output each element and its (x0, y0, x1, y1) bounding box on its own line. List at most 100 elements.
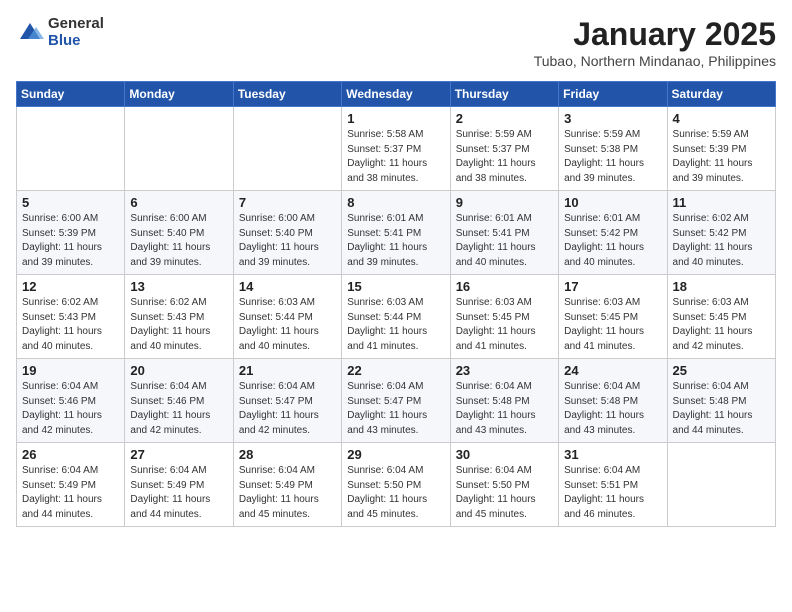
day-number: 12 (22, 279, 119, 294)
header-row: SundayMondayTuesdayWednesdayThursdayFrid… (17, 82, 776, 107)
week-row-3: 12 Sunrise: 6:02 AM Sunset: 5:43 PM Dayli… (17, 275, 776, 359)
day-number: 7 (239, 195, 336, 210)
day-info: Sunrise: 6:04 AM Sunset: 5:48 PM Dayligh… (564, 380, 661, 438)
day-number: 2 (456, 111, 553, 126)
calendar-body: 1 Sunrise: 5:58 AM Sunset: 5:37 PM Daylig… (17, 107, 776, 527)
day-info: Sunrise: 6:04 AM Sunset: 5:48 PM Dayligh… (673, 380, 770, 438)
calendar-cell: 25 Sunrise: 6:04 AM Sunset: 5:48 PM Dayli… (667, 359, 775, 443)
day-header-sunday: Sunday (17, 82, 125, 107)
day-number: 29 (347, 447, 444, 462)
calendar-cell: 3 Sunrise: 5:59 AM Sunset: 5:38 PM Daylig… (559, 107, 667, 191)
calendar-cell: 15 Sunrise: 6:03 AM Sunset: 5:44 PM Dayli… (342, 275, 450, 359)
calendar-cell: 20 Sunrise: 6:04 AM Sunset: 5:46 PM Dayli… (125, 359, 233, 443)
calendar-cell: 12 Sunrise: 6:02 AM Sunset: 5:43 PM Dayli… (17, 275, 125, 359)
logo-general: General (48, 16, 104, 33)
day-info: Sunrise: 5:59 AM Sunset: 5:38 PM Dayligh… (564, 128, 661, 186)
day-info: Sunrise: 6:04 AM Sunset: 5:50 PM Dayligh… (456, 464, 553, 522)
day-number: 8 (347, 195, 444, 210)
calendar-cell: 30 Sunrise: 6:04 AM Sunset: 5:50 PM Dayli… (450, 443, 558, 527)
day-number: 1 (347, 111, 444, 126)
calendar-cell: 31Sunrise: 6:04 AM Sunset: 5:51 PM Dayli… (559, 443, 667, 527)
calendar-cell: 6Sunrise: 6:00 AM Sunset: 5:40 PM Daylig… (125, 191, 233, 275)
day-info: Sunrise: 6:01 AM Sunset: 5:41 PM Dayligh… (456, 212, 553, 270)
week-row-5: 26Sunrise: 6:04 AM Sunset: 5:49 PM Dayli… (17, 443, 776, 527)
location-subtitle: Tubao, Northern Mindanao, Philippines (534, 53, 776, 69)
day-info: Sunrise: 6:02 AM Sunset: 5:43 PM Dayligh… (22, 296, 119, 354)
logo-icon (16, 19, 44, 47)
day-info: Sunrise: 6:03 AM Sunset: 5:44 PM Dayligh… (239, 296, 336, 354)
calendar-cell: 13 Sunrise: 6:02 AM Sunset: 5:43 PM Dayli… (125, 275, 233, 359)
day-header-thursday: Thursday (450, 82, 558, 107)
day-info: Sunrise: 6:04 AM Sunset: 5:50 PM Dayligh… (347, 464, 444, 522)
month-title: January 2025 (534, 16, 776, 53)
day-info: Sunrise: 6:04 AM Sunset: 5:49 PM Dayligh… (130, 464, 227, 522)
calendar-cell: 23 Sunrise: 6:04 AM Sunset: 5:48 PM Dayli… (450, 359, 558, 443)
day-info: Sunrise: 6:03 AM Sunset: 5:45 PM Dayligh… (673, 296, 770, 354)
calendar-cell: 16Sunrise: 6:03 AM Sunset: 5:45 PM Dayli… (450, 275, 558, 359)
day-number: 17 (564, 279, 661, 294)
day-info: Sunrise: 6:04 AM Sunset: 5:47 PM Dayligh… (347, 380, 444, 438)
day-info: Sunrise: 6:04 AM Sunset: 5:48 PM Dayligh… (456, 380, 553, 438)
calendar-cell: 27 Sunrise: 6:04 AM Sunset: 5:49 PM Dayli… (125, 443, 233, 527)
calendar-cell (667, 443, 775, 527)
day-number: 27 (130, 447, 227, 462)
calendar-cell (233, 107, 341, 191)
day-info: Sunrise: 5:59 AM Sunset: 5:39 PM Dayligh… (673, 128, 770, 186)
day-info: Sunrise: 6:03 AM Sunset: 5:44 PM Dayligh… (347, 296, 444, 354)
week-row-2: 5Sunrise: 6:00 AM Sunset: 5:39 PM Daylig… (17, 191, 776, 275)
calendar-cell: 4Sunrise: 5:59 AM Sunset: 5:39 PM Daylig… (667, 107, 775, 191)
day-number: 24 (564, 363, 661, 378)
day-info: Sunrise: 6:04 AM Sunset: 5:51 PM Dayligh… (564, 464, 661, 522)
calendar-cell (17, 107, 125, 191)
calendar-cell: 14 Sunrise: 6:03 AM Sunset: 5:44 PM Dayli… (233, 275, 341, 359)
day-number: 22 (347, 363, 444, 378)
day-header-friday: Friday (559, 82, 667, 107)
logo: General Blue (16, 16, 104, 49)
day-info: Sunrise: 5:59 AM Sunset: 5:37 PM Dayligh… (456, 128, 553, 186)
day-info: Sunrise: 6:04 AM Sunset: 5:49 PM Dayligh… (22, 464, 119, 522)
day-number: 21 (239, 363, 336, 378)
day-number: 13 (130, 279, 227, 294)
day-number: 19 (22, 363, 119, 378)
day-info: Sunrise: 6:03 AM Sunset: 5:45 PM Dayligh… (564, 296, 661, 354)
day-info: Sunrise: 5:58 AM Sunset: 5:37 PM Dayligh… (347, 128, 444, 186)
calendar-cell: 1 Sunrise: 5:58 AM Sunset: 5:37 PM Daylig… (342, 107, 450, 191)
day-number: 25 (673, 363, 770, 378)
calendar-cell: 2 Sunrise: 5:59 AM Sunset: 5:37 PM Daylig… (450, 107, 558, 191)
day-info: Sunrise: 6:04 AM Sunset: 5:47 PM Dayligh… (239, 380, 336, 438)
day-number: 14 (239, 279, 336, 294)
day-info: Sunrise: 6:00 AM Sunset: 5:40 PM Dayligh… (239, 212, 336, 270)
week-row-1: 1 Sunrise: 5:58 AM Sunset: 5:37 PM Daylig… (17, 107, 776, 191)
title-block: January 2025 Tubao, Northern Mindanao, P… (534, 16, 776, 69)
day-number: 11 (673, 195, 770, 210)
day-info: Sunrise: 6:04 AM Sunset: 5:46 PM Dayligh… (130, 380, 227, 438)
day-header-monday: Monday (125, 82, 233, 107)
calendar-cell: 26Sunrise: 6:04 AM Sunset: 5:49 PM Dayli… (17, 443, 125, 527)
calendar-cell (125, 107, 233, 191)
day-number: 5 (22, 195, 119, 210)
day-number: 23 (456, 363, 553, 378)
calendar-cell: 9Sunrise: 6:01 AM Sunset: 5:41 PM Daylig… (450, 191, 558, 275)
calendar-cell: 7 Sunrise: 6:00 AM Sunset: 5:40 PM Daylig… (233, 191, 341, 275)
day-number: 30 (456, 447, 553, 462)
day-header-tuesday: Tuesday (233, 82, 341, 107)
calendar-table: SundayMondayTuesdayWednesdayThursdayFrid… (16, 81, 776, 527)
day-number: 28 (239, 447, 336, 462)
calendar-header: SundayMondayTuesdayWednesdayThursdayFrid… (17, 82, 776, 107)
calendar-cell: 19 Sunrise: 6:04 AM Sunset: 5:46 PM Dayli… (17, 359, 125, 443)
day-info: Sunrise: 6:02 AM Sunset: 5:43 PM Dayligh… (130, 296, 227, 354)
calendar-cell: 18Sunrise: 6:03 AM Sunset: 5:45 PM Dayli… (667, 275, 775, 359)
page-header: General Blue January 2025 Tubao, Norther… (16, 16, 776, 69)
day-header-saturday: Saturday (667, 82, 775, 107)
day-number: 20 (130, 363, 227, 378)
calendar-cell: 11 Sunrise: 6:02 AM Sunset: 5:42 PM Dayli… (667, 191, 775, 275)
calendar-cell: 8Sunrise: 6:01 AM Sunset: 5:41 PM Daylig… (342, 191, 450, 275)
day-number: 16 (456, 279, 553, 294)
calendar-cell: 21 Sunrise: 6:04 AM Sunset: 5:47 PM Dayli… (233, 359, 341, 443)
day-info: Sunrise: 6:02 AM Sunset: 5:42 PM Dayligh… (673, 212, 770, 270)
day-info: Sunrise: 6:04 AM Sunset: 5:46 PM Dayligh… (22, 380, 119, 438)
day-header-wednesday: Wednesday (342, 82, 450, 107)
day-info: Sunrise: 6:04 AM Sunset: 5:49 PM Dayligh… (239, 464, 336, 522)
day-number: 15 (347, 279, 444, 294)
day-number: 3 (564, 111, 661, 126)
